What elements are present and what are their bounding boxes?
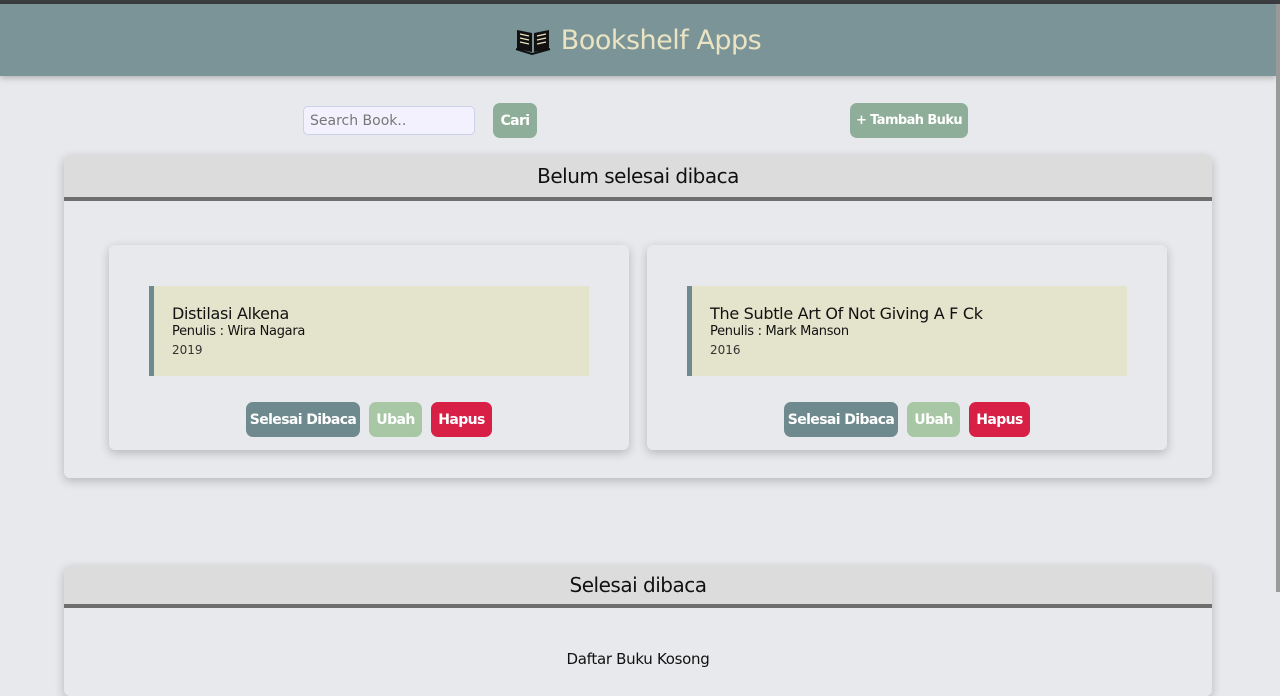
open-book-icon [515, 25, 551, 56]
unfinished-shelf: Belum selesai dibaca Distilasi Alkena Pe… [64, 155, 1212, 478]
book-title: Distilasi Alkena [172, 304, 290, 323]
unfinished-shelf-title: Belum selesai dibaca [64, 155, 1212, 201]
empty-list-message: Daftar Buku Kosong [566, 650, 710, 668]
finish-reading-button[interactable]: Selesai Dibaca [246, 402, 360, 437]
edit-book-button[interactable]: Ubah [907, 402, 960, 437]
book-actions: Selesai Dibaca Ubah Hapus [647, 402, 1167, 437]
book-info: The Subtle Art Of Not Giving A F Ck Penu… [687, 286, 1127, 376]
book-author: Penulis : Mark Manson [710, 324, 849, 339]
book-card: The Subtle Art Of Not Giving A F Ck Penu… [647, 245, 1167, 450]
page-scrollbar[interactable] [1276, 4, 1280, 592]
app-title: Bookshelf Apps [560, 24, 762, 56]
delete-book-button[interactable]: Hapus [969, 402, 1030, 437]
search-button[interactable]: Cari [493, 103, 537, 138]
add-book-button[interactable]: + Tambah Buku [850, 103, 968, 138]
finished-shelf-title: Selesai dibaca [64, 566, 1212, 608]
book-actions: Selesai Dibaca Ubah Hapus [109, 402, 629, 437]
finished-shelf: Selesai dibaca Daftar Buku Kosong [64, 566, 1212, 696]
book-title: The Subtle Art Of Not Giving A F Ck [710, 304, 983, 323]
edit-book-button[interactable]: Ubah [369, 402, 422, 437]
search-input[interactable] [303, 106, 475, 135]
app-header: Bookshelf Apps [0, 4, 1276, 76]
book-year: 2019 [172, 343, 203, 357]
book-card: Distilasi Alkena Penulis : Wira Nagara 2… [109, 245, 629, 450]
finish-reading-button[interactable]: Selesai Dibaca [784, 402, 898, 437]
book-author: Penulis : Wira Nagara [172, 324, 306, 339]
book-year: 2016 [710, 343, 741, 357]
delete-book-button[interactable]: Hapus [431, 402, 492, 437]
book-info: Distilasi Alkena Penulis : Wira Nagara 2… [149, 286, 589, 376]
